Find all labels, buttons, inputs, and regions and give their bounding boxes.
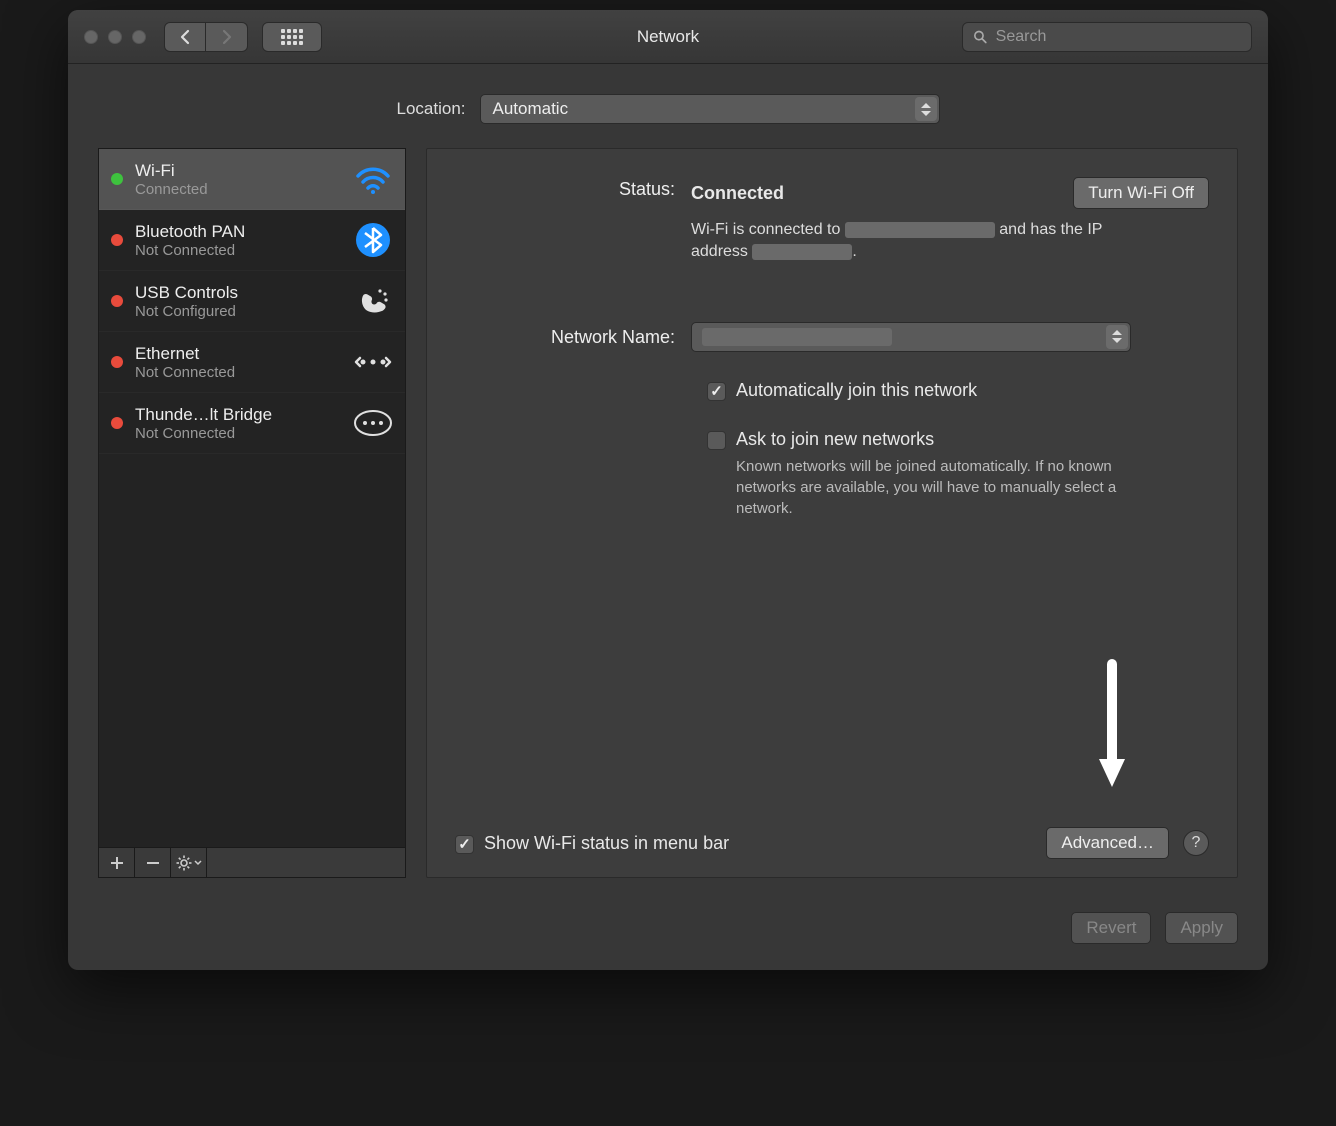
item-name: Bluetooth PAN bbox=[135, 222, 341, 242]
advanced-button[interactable]: Advanced… bbox=[1046, 827, 1169, 859]
ask-join-row: Ask to join new networks Known networks … bbox=[707, 429, 1209, 519]
gear-icon bbox=[176, 855, 192, 871]
forward-button[interactable] bbox=[206, 22, 248, 52]
zoom-window-button[interactable] bbox=[132, 30, 146, 44]
item-text: USB Controls Not Configured bbox=[135, 283, 341, 320]
bluetooth-icon bbox=[353, 220, 393, 260]
sidebar-item-usb-controls[interactable]: USB Controls Not Configured bbox=[99, 271, 405, 332]
ask-join-label: Ask to join new networks bbox=[736, 429, 1156, 450]
network-prefs-window: Network Location: Automatic Wi-Fi bbox=[68, 10, 1268, 970]
sidebar-item-thunderbolt-bridge[interactable]: Thunde…lt Bridge Not Connected bbox=[99, 393, 405, 454]
status-dot-icon bbox=[111, 234, 123, 246]
redacted-ssid bbox=[845, 222, 995, 238]
item-text: Wi-Fi Connected bbox=[135, 161, 341, 198]
wifi-icon bbox=[353, 159, 393, 199]
item-status: Not Connected bbox=[135, 364, 341, 381]
location-label: Location: bbox=[397, 99, 466, 119]
revert-button[interactable]: Revert bbox=[1071, 912, 1151, 944]
status-dot-icon bbox=[111, 356, 123, 368]
status-row: Status: Connected Turn Wi-Fi Off Wi-Fi i… bbox=[455, 177, 1209, 264]
status-value: Connected bbox=[691, 183, 1073, 204]
interface-sidebar: Wi-Fi Connected bbox=[98, 148, 406, 878]
thunderbolt-icon bbox=[353, 403, 393, 443]
item-status: Connected bbox=[135, 181, 341, 198]
ethernet-icon bbox=[353, 342, 393, 382]
show-status-label: Show Wi-Fi status in menu bar bbox=[484, 833, 729, 854]
detail-footer: Show Wi-Fi status in menu bar Advanced… … bbox=[455, 827, 1209, 859]
window-title: Network bbox=[637, 27, 699, 47]
location-row: Location: Automatic bbox=[68, 64, 1268, 148]
detail-panel: Status: Connected Turn Wi-Fi Off Wi-Fi i… bbox=[426, 148, 1238, 878]
phone-icon bbox=[353, 281, 393, 321]
item-name: USB Controls bbox=[135, 283, 341, 303]
redacted-ip bbox=[752, 244, 852, 260]
item-status: Not Connected bbox=[135, 425, 341, 442]
titlebar: Network bbox=[68, 10, 1268, 64]
status-desc-pre: Wi-Fi is connected to bbox=[691, 221, 845, 238]
show-all-button[interactable] bbox=[262, 22, 322, 52]
sidebar-item-ethernet[interactable]: Ethernet Not Connected bbox=[99, 332, 405, 393]
stepper-icon bbox=[915, 97, 937, 121]
search-icon bbox=[973, 29, 988, 45]
search-input[interactable] bbox=[996, 28, 1241, 46]
status-description: Wi-Fi is connected to and has the IP add… bbox=[691, 219, 1131, 264]
content-area: Wi-Fi Connected bbox=[68, 148, 1268, 898]
grid-icon bbox=[281, 29, 303, 45]
chevron-down-icon bbox=[194, 860, 202, 866]
minus-icon bbox=[146, 856, 160, 870]
item-status: Not Configured bbox=[135, 303, 341, 320]
status-dot-icon bbox=[111, 417, 123, 429]
sidebar-item-bluetooth-pan[interactable]: Bluetooth PAN Not Connected bbox=[99, 210, 405, 271]
item-text: Thunde…lt Bridge Not Connected bbox=[135, 405, 341, 442]
redacted-network-name bbox=[702, 328, 892, 346]
arrow-annotation-icon bbox=[1097, 659, 1127, 789]
auto-join-row: Automatically join this network bbox=[707, 380, 1209, 401]
help-icon: ? bbox=[1192, 834, 1201, 852]
status-desc-end: . bbox=[852, 243, 856, 260]
item-text: Ethernet Not Connected bbox=[135, 344, 341, 381]
sidebar-footer bbox=[98, 848, 406, 878]
close-window-button[interactable] bbox=[84, 30, 98, 44]
auto-join-checkbox[interactable] bbox=[707, 382, 726, 401]
turn-wifi-off-button[interactable]: Turn Wi-Fi Off bbox=[1073, 177, 1209, 209]
apply-button[interactable]: Apply bbox=[1165, 912, 1238, 944]
item-text: Bluetooth PAN Not Connected bbox=[135, 222, 341, 259]
item-name: Thunde…lt Bridge bbox=[135, 405, 341, 425]
help-button[interactable]: ? bbox=[1183, 830, 1209, 856]
back-button[interactable] bbox=[164, 22, 206, 52]
add-interface-button[interactable] bbox=[99, 848, 135, 877]
interface-actions-button[interactable] bbox=[171, 848, 207, 877]
search-field[interactable] bbox=[962, 22, 1252, 52]
ask-join-description: Known networks will be joined automatica… bbox=[736, 456, 1156, 519]
item-status: Not Connected bbox=[135, 242, 341, 259]
show-status-checkbox[interactable] bbox=[455, 835, 474, 854]
item-name: Wi-Fi bbox=[135, 161, 341, 181]
bottom-row: Revert Apply bbox=[68, 898, 1268, 970]
network-name-label: Network Name: bbox=[455, 325, 691, 348]
interface-list[interactable]: Wi-Fi Connected bbox=[98, 148, 406, 848]
plus-icon bbox=[110, 856, 124, 870]
auto-join-label: Automatically join this network bbox=[736, 380, 977, 401]
minimize-window-button[interactable] bbox=[108, 30, 122, 44]
status-dot-icon bbox=[111, 173, 123, 185]
network-name-row: Network Name: bbox=[455, 322, 1209, 352]
remove-interface-button[interactable] bbox=[135, 848, 171, 877]
traffic-lights bbox=[84, 30, 146, 44]
location-value: Automatic bbox=[493, 99, 569, 119]
show-status-row: Show Wi-Fi status in menu bar bbox=[455, 833, 729, 854]
location-select[interactable]: Automatic bbox=[480, 94, 940, 124]
network-name-select[interactable] bbox=[691, 322, 1131, 352]
sidebar-item-wifi[interactable]: Wi-Fi Connected bbox=[99, 149, 405, 210]
ask-join-checkbox[interactable] bbox=[707, 431, 726, 450]
nav-buttons bbox=[164, 22, 248, 52]
status-dot-icon bbox=[111, 295, 123, 307]
item-name: Ethernet bbox=[135, 344, 341, 364]
status-label: Status: bbox=[455, 177, 691, 200]
stepper-icon bbox=[1106, 325, 1128, 349]
